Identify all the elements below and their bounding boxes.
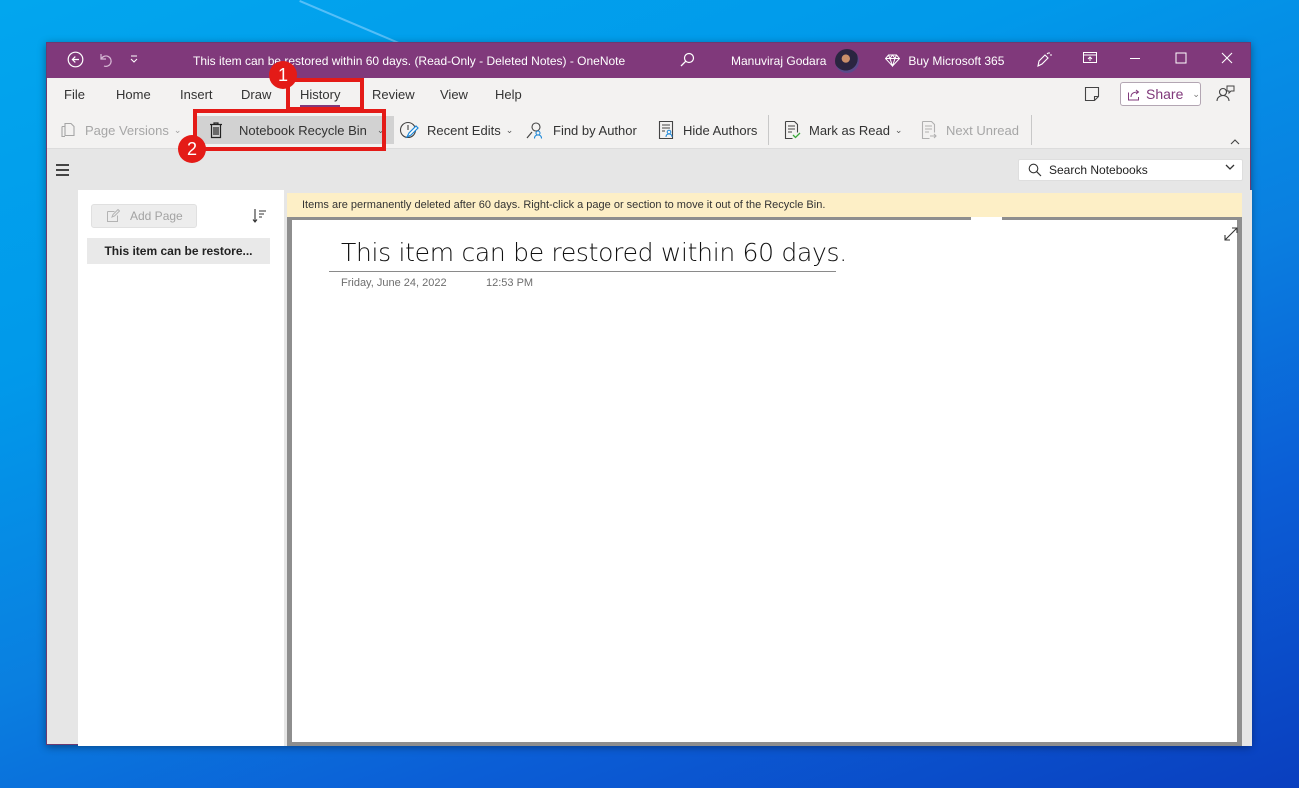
pen-sparkle-icon[interactable]	[1035, 51, 1053, 74]
undo-icon[interactable]	[97, 51, 113, 73]
next-unread-button[interactable]: Next Unread	[920, 118, 1019, 142]
hamburger-menu-icon[interactable]	[56, 164, 69, 176]
tab-history[interactable]: History	[300, 87, 341, 108]
find-by-author-button[interactable]: Find by Author	[525, 118, 637, 142]
page-list-panel: Add Page This item can be restore...	[78, 190, 284, 746]
page-versions-label: Page Versions	[85, 122, 169, 138]
minimize-icon[interactable]	[1129, 51, 1141, 69]
collapse-ribbon-icon[interactable]	[1230, 137, 1240, 148]
close-icon[interactable]	[1221, 51, 1233, 69]
tab-home[interactable]: Home	[116, 87, 151, 102]
recent-edits-label: Recent Edits	[427, 122, 501, 138]
step-2-number: 2	[186, 139, 197, 159]
page-canvas[interactable]: This item can be restored within 60 days…	[292, 220, 1237, 742]
diamond-icon	[884, 54, 903, 68]
search-placeholder: Search Notebooks	[1049, 163, 1148, 177]
next-unread-icon	[921, 120, 937, 140]
chevron-down-icon: ⌄	[376, 124, 385, 135]
onenote-window: This item can be restored within 60 days…	[46, 42, 1252, 746]
buy-microsoft-365-button[interactable]: Buy Microsoft 365	[884, 54, 1005, 68]
info-message: Items are permanently deleted after 60 d…	[302, 199, 826, 211]
chevron-down-icon: ⌄	[1192, 88, 1200, 99]
page-list-item-title: This item can be restore...	[104, 244, 253, 258]
next-unread-label: Next Unread	[946, 122, 1019, 138]
search-icon[interactable]	[679, 52, 695, 73]
trash-icon	[210, 122, 222, 139]
mark-as-read-label: Mark as Read	[809, 122, 890, 138]
page-versions-button[interactable]: Page Versions ⌄	[59, 118, 181, 142]
tab-draw[interactable]: Draw	[241, 87, 271, 102]
ribbon-display-options-icon[interactable]	[1082, 51, 1098, 70]
page-date: Friday, June 24, 2022	[341, 277, 447, 289]
hide-authors-icon	[658, 120, 674, 140]
tab-review[interactable]: Review	[372, 87, 415, 102]
page-canvas-frame: This item can be restored within 60 days…	[287, 217, 1242, 746]
chevron-down-icon: ⌄	[173, 124, 182, 135]
search-notebooks-input[interactable]: Search Notebooks	[1018, 159, 1243, 181]
chevron-down-icon[interactable]	[1225, 163, 1235, 174]
add-page-icon	[107, 209, 120, 222]
ribbon-separator	[1031, 115, 1032, 145]
add-page-label: Add Page	[130, 209, 183, 223]
title-underline	[329, 271, 836, 272]
user-name[interactable]: Manuviraj Godara	[731, 54, 826, 68]
page-list-item[interactable]: This item can be restore...	[87, 238, 270, 264]
ribbon-toolbar: Page Versions ⌄ Notebook Recycle Bin ⌄ R…	[47, 111, 1250, 149]
maximize-icon[interactable]	[1175, 51, 1187, 69]
page-time: 12:53 PM	[486, 277, 534, 289]
share-button[interactable]: Share ⌄	[1120, 82, 1201, 106]
add-page-button[interactable]: Add Page	[91, 204, 197, 228]
notebook-recycle-bin-button[interactable]: Notebook Recycle Bin ⌄	[197, 116, 395, 144]
hide-authors-button[interactable]: Hide Authors	[657, 118, 757, 142]
page-versions-icon	[61, 122, 75, 138]
tab-view[interactable]: View	[440, 87, 468, 102]
tab-insert[interactable]: Insert	[180, 87, 213, 102]
chevron-down-icon: ⌄	[894, 124, 903, 135]
share-label: Share	[1146, 86, 1184, 102]
page-title: This item can be restored within 60 days…	[341, 238, 847, 267]
quick-access-dropdown-icon[interactable]	[129, 52, 139, 70]
recent-edits-icon	[399, 121, 419, 139]
sort-icon[interactable]	[252, 208, 268, 224]
tab-file[interactable]: File	[64, 87, 85, 102]
search-icon	[1028, 163, 1042, 177]
tab-help[interactable]: Help	[495, 87, 522, 102]
avatar[interactable]	[835, 49, 859, 73]
chevron-down-icon: ⌄	[505, 124, 514, 135]
step-1-number: 1	[277, 65, 288, 85]
recycle-bin-info-bar: Items are permanently deleted after 60 d…	[287, 193, 1242, 217]
mark-as-read-icon	[784, 120, 801, 140]
canvas-edge	[996, 220, 1002, 250]
window-title: This item can be restored within 60 days…	[193, 54, 626, 68]
step-1-badge: 1	[269, 61, 297, 89]
sticky-notes-icon[interactable]	[1084, 86, 1100, 107]
ribbon-separator	[768, 115, 769, 145]
notebook-recycle-bin-label: Notebook Recycle Bin	[239, 122, 367, 138]
find-by-author-label: Find by Author	[553, 122, 637, 138]
navigation-bar: Search Notebooks	[47, 150, 1250, 190]
step-2-badge: 2	[178, 135, 206, 163]
share-icon	[1128, 89, 1140, 100]
title-bar: This item can be restored within 60 days…	[47, 43, 1250, 78]
recent-edits-button[interactable]: Recent Edits ⌄	[399, 118, 513, 142]
back-icon[interactable]	[67, 51, 84, 73]
mark-as-read-button[interactable]: Mark as Read ⌄	[783, 118, 902, 142]
right-scroll-strip[interactable]	[1242, 190, 1252, 746]
expand-icon[interactable]	[1223, 226, 1239, 242]
buy-label: Buy Microsoft 365	[908, 54, 1005, 68]
comments-person-icon[interactable]	[1215, 84, 1235, 109]
find-by-author-icon	[526, 122, 543, 139]
ribbon-tabs: File Home Insert Draw History Review Vie…	[47, 78, 1250, 111]
hide-authors-label: Hide Authors	[683, 122, 758, 138]
